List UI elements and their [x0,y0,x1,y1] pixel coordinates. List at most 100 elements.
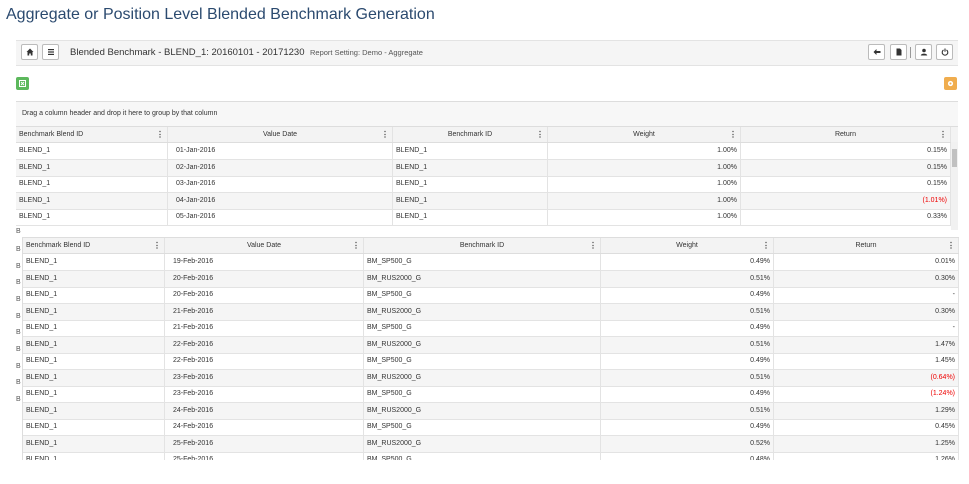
column-header-label: Weight [676,242,698,249]
cell-benchmark-id: BLEND_1 [393,192,548,209]
back-button[interactable] [868,44,885,60]
cell-benchmark-id: BLEND_1 [393,176,548,192]
cell-return: 1.45% [774,353,959,369]
settings-icon [947,80,954,87]
cell-blend-id: BLEND_1 [23,254,165,270]
cell-weight: 0.48% [601,452,774,460]
column-header-label: Return [855,242,877,249]
cell-value-date: 04-Jan-2016 [168,192,393,209]
table-row[interactable]: BLEND_1 22-Feb-2016 BM_SP500_G 0.49% 1.45% [23,353,959,370]
table-row[interactable]: BLEND_1 04-Jan-2016 BLEND_1 1.00% (1.01%) [16,192,958,210]
column-header-return[interactable]: Return ⋮ [774,238,959,253]
cell-blend-id: BLEND_1 [23,270,165,287]
column-header-value-date[interactable]: Value Date ⋮ [165,238,364,253]
cell-return: 0.15% [741,143,951,159]
cell-return: 0.30% [774,270,959,287]
table-row[interactable]: BLEND_1 20-Feb-2016 BM_SP500_G 0.49% - [23,287,959,304]
cell-value-date: 23-Feb-2016 [165,369,364,386]
cell-weight: 0.51% [601,270,774,287]
power-button[interactable] [936,44,953,60]
cell-return: 1.29% [774,402,959,419]
column-header-return[interactable]: Return ⋮ [741,127,951,142]
group-by-panel[interactable]: Drag a column header and drop it here to… [16,101,958,127]
table-row[interactable]: BLEND_1 01-Jan-2016 BLEND_1 1.00% 0.15% [16,143,958,160]
cell-blend-id: BLEND_1 [23,435,165,452]
cell-return: 1.47% [774,336,959,353]
document-icon [896,48,901,56]
cell-weight: 0.49% [601,287,774,303]
table-row[interactable]: BLEND_1 02-Jan-2016 BLEND_1 1.00% 0.15% [16,159,958,177]
table-row[interactable]: BLEND_1 21-Feb-2016 BM_RUS2000_G 0.51% 0.30% [23,303,959,321]
table-row[interactable]: BLEND_1 22-Feb-2016 BM_RUS2000_G 0.51% 1.47% [23,336,959,354]
column-header-blend-id[interactable]: Benchmark Blend ID ⋮ [23,238,165,253]
cell-blend-id: BLEND_1 [23,452,165,460]
column-menu-icon[interactable]: ⋮ [729,127,737,142]
cell-return: 0.30% [774,303,959,320]
main-grid-scrollbar-thumb[interactable] [952,149,957,167]
cell-value-date: 02-Jan-2016 [168,159,393,176]
grid-header-row: Benchmark Blend ID ⋮ Value Date ⋮ Benchmark … [23,238,959,254]
cell-return: (1.01%) [741,192,951,209]
column-header-weight[interactable]: Weight ⋮ [548,127,741,142]
column-menu-icon[interactable]: ⋮ [589,238,597,253]
column-header-label: Value Date [246,242,282,249]
cell-weight: 0.49% [601,320,774,336]
table-row[interactable]: BLEND_1 20-Feb-2016 BM_RUS2000_G 0.51% 0.30% [23,270,959,288]
cell-value-date: 24-Feb-2016 [165,402,364,419]
settings-button[interactable] [944,77,957,90]
cell-weight: 0.51% [601,402,774,419]
export-document-button[interactable] [890,44,907,60]
user-button[interactable] [915,44,932,60]
table-row[interactable]: BLEND_1 25-Feb-2016 BM_SP500_G 0.48% 1.26% [23,452,959,460]
column-menu-icon[interactable]: ⋮ [381,127,389,142]
table-row[interactable]: BLEND_1 05-Jan-2016 BLEND_1 1.00% 0.33% [16,209,958,226]
table-row[interactable]: BLEND_1 24-Feb-2016 BM_SP500_G 0.49% 0.45% [23,419,959,436]
column-menu-icon[interactable]: ⋮ [156,127,164,142]
cell-value-date: 24-Feb-2016 [165,419,364,435]
page-title: Aggregate or Position Level Blended Benc… [6,6,435,23]
cell-weight: 1.00% [548,209,741,225]
column-header-benchmark-id[interactable]: Benchmark ID ⋮ [393,127,548,142]
cell-blend-id: BLEND_1 [16,143,168,159]
cell-value-date: 19-Feb-2016 [165,254,364,270]
cell-return: (1.24%) [774,386,959,402]
table-row[interactable]: BLEND_1 23-Feb-2016 BM_RUS2000_G 0.51% (0.64… [23,369,959,387]
cell-weight: 1.00% [548,176,741,192]
table-row[interactable]: BLEND_1 21-Feb-2016 BM_SP500_G 0.49% - [23,320,959,337]
column-menu-icon[interactable]: ⋮ [762,238,770,253]
menu-button[interactable] [42,44,59,60]
report-title: Blended Benchmark - BLEND_1: 20160101 - … [70,47,305,58]
cell-weight: 0.52% [601,435,774,452]
cell-blend-id: BLEND_1 [23,369,165,386]
column-header-benchmark-id[interactable]: Benchmark ID ⋮ [364,238,601,253]
cell-value-date: 25-Feb-2016 [165,452,364,460]
column-header-weight[interactable]: Weight ⋮ [601,238,774,253]
cell-return: 0.33% [741,209,951,225]
column-menu-icon[interactable]: ⋮ [536,127,544,142]
column-menu-icon[interactable]: ⋮ [947,238,955,253]
cell-benchmark-id: BM_SP500_G [364,254,601,270]
cell-return: 1.25% [774,435,959,452]
group-by-hint: Drag a column header and drop it here to… [22,110,218,117]
column-menu-icon[interactable]: ⋮ [153,238,161,253]
cell-return: - [774,320,959,336]
grid-header-row: Benchmark Blend ID ⋮ Value Date ⋮ Benchmark … [16,127,958,143]
column-menu-icon[interactable]: ⋮ [352,238,360,253]
table-row[interactable]: BLEND_1 25-Feb-2016 BM_RUS2000_G 0.52% 1.25% [23,435,959,453]
column-header-value-date[interactable]: Value Date ⋮ [168,127,393,142]
home-button[interactable] [21,44,38,60]
table-row[interactable]: BLEND_1 24-Feb-2016 BM_RUS2000_G 0.51% 1.29% [23,402,959,420]
cell-benchmark-id: BLEND_1 [393,209,548,225]
export-excel-button[interactable] [16,77,29,90]
column-menu-icon[interactable]: ⋮ [939,127,947,142]
table-row[interactable]: BLEND_1 23-Feb-2016 BM_SP500_G 0.49% (1.24%) [23,386,959,403]
cell-value-date: 22-Feb-2016 [165,353,364,369]
cell-benchmark-id: BLEND_1 [393,143,548,159]
cell-blend-id: BLEND_1 [23,287,165,303]
column-header-blend-id[interactable]: Benchmark Blend ID ⋮ [16,127,168,142]
report-setting: Report Setting: Demo - Aggregate [310,48,423,57]
table-row[interactable]: BLEND_1 03-Jan-2016 BLEND_1 1.00% 0.15% [16,176,958,193]
cell-benchmark-id: BM_RUS2000_G [364,369,601,386]
table-row[interactable]: BLEND_1 19-Feb-2016 BM_SP500_G 0.49% 0.01% [23,254,959,271]
cell-weight: 0.49% [601,353,774,369]
